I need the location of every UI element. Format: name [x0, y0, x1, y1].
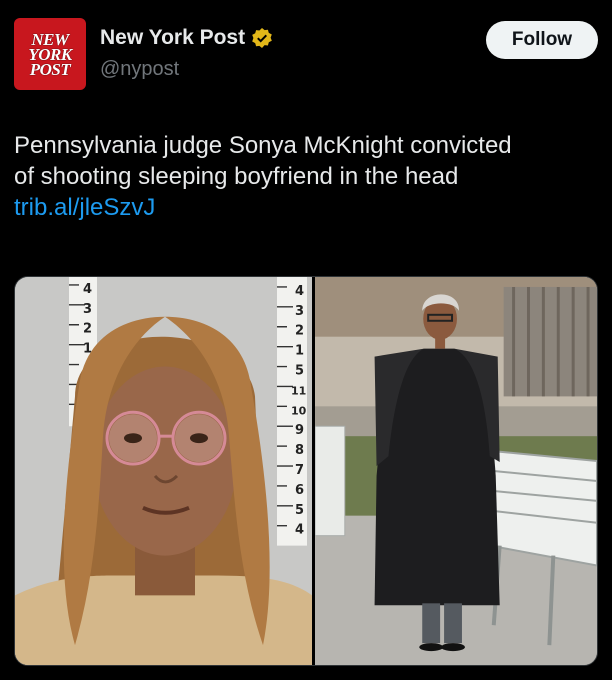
chart-right-label-7: 10 — [291, 404, 307, 417]
follow-button[interactable]: Follow — [486, 21, 598, 59]
chart-right-label-2: 3 — [295, 304, 304, 319]
chart-left-label-3: 2 — [83, 322, 92, 337]
judge-illustration — [315, 277, 597, 665]
chart-right-label-1: 4 — [295, 284, 304, 299]
chart-left-label-2: 3 — [83, 302, 92, 317]
chart-right-label-8: 9 — [295, 423, 304, 438]
chart-right-label-4: 1 — [295, 344, 304, 359]
chart-right-label-9: 8 — [295, 443, 304, 458]
chart-right-label-12: 5 — [295, 503, 304, 518]
media-grid[interactable]: 4 3 2 1 4 3 2 1 5 11 10 9 8 7 6 5 4 — [14, 276, 598, 666]
chart-left-label-1: 4 — [83, 282, 92, 297]
chart-right-label-13: 4 — [295, 523, 304, 538]
chart-right-label-10: 7 — [295, 463, 304, 478]
chart-right-label-5: 5 — [295, 364, 304, 379]
chart-right-label-3: 2 — [295, 324, 304, 339]
mugshot-photo[interactable]: 4 3 2 1 4 3 2 1 5 11 10 9 8 7 6 5 4 — [15, 277, 312, 665]
chart-right-label-6: 11 — [291, 384, 306, 397]
post-header: NEW YORK POST New York Post @nypost Foll… — [14, 18, 598, 92]
post-link[interactable]: trib.al/jleSzvJ — [14, 192, 155, 223]
verified-badge-icon — [252, 28, 272, 48]
display-name[interactable]: New York Post — [100, 26, 245, 50]
account-handle[interactable]: @nypost — [100, 58, 179, 81]
post-text-line-1: Pennsylvania judge Sonya McKnight convic… — [14, 132, 512, 159]
logo-line-3: POST — [29, 59, 71, 79]
chart-right-label-11: 6 — [295, 483, 304, 498]
mugshot-illustration: 4 3 2 1 4 3 2 1 5 11 10 9 8 7 6 5 4 — [15, 277, 312, 665]
name-row: New York Post — [100, 26, 273, 50]
post-text: Pennsylvania judge Sonya McKnight convic… — [14, 130, 598, 223]
judge-photo[interactable] — [315, 277, 597, 665]
nypost-avatar[interactable]: NEW YORK POST — [14, 18, 86, 90]
post-text-line-2: of shooting sleeping boyfriend in the he… — [14, 163, 459, 190]
